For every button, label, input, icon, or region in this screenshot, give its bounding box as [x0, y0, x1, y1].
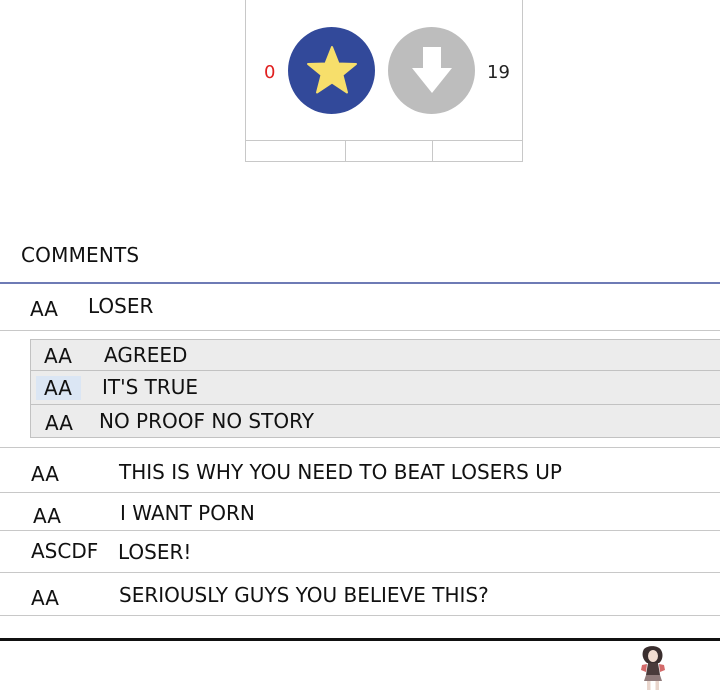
comment-divider	[0, 492, 720, 493]
reply-text: IT'S TRUE	[102, 375, 199, 399]
reply-divider	[31, 370, 720, 371]
reply-text: AGREED	[104, 343, 188, 367]
reply-author-selected[interactable]: AA	[36, 376, 81, 400]
vote-panel: 0 19	[245, 0, 523, 162]
reply-divider	[31, 404, 720, 405]
comment-author[interactable]: AA	[33, 504, 61, 528]
downvote-count: 19	[487, 62, 510, 83]
star-icon	[306, 45, 357, 93]
comment-text: LOSER	[88, 294, 154, 318]
comment-author[interactable]: AA	[31, 586, 59, 610]
reply-text: NO PROOF NO STORY	[99, 409, 314, 433]
arrow-down-icon	[411, 46, 452, 93]
upvote-count: 0	[264, 62, 276, 83]
page-bottom-rule	[0, 638, 720, 641]
comment-divider	[0, 447, 720, 448]
comment-author[interactable]: AA	[30, 297, 58, 321]
comment-author[interactable]: ASCDF	[31, 539, 98, 563]
figure-illustration	[641, 646, 665, 690]
comments-heading: COMMENTS	[21, 243, 140, 267]
comment-text: I WANT PORN	[120, 501, 255, 525]
upvote-star-button[interactable]	[288, 27, 375, 114]
comment-divider	[0, 615, 720, 616]
vote-divider	[246, 140, 522, 141]
vote-cell-divider	[345, 140, 346, 161]
comment-text: LOSER!	[118, 540, 192, 564]
downvote-button[interactable]	[388, 27, 475, 114]
comments-divider	[0, 282, 720, 284]
comment-text: THIS IS WHY YOU NEED TO BEAT LOSERS UP	[119, 460, 562, 484]
reply-thread: AA AGREED AA IT'S TRUE AA NO PROOF NO ST…	[30, 339, 720, 438]
comment-divider	[0, 530, 720, 531]
comment-divider	[0, 572, 720, 573]
comment-author[interactable]: AA	[31, 462, 59, 486]
reply-author[interactable]: AA	[44, 344, 72, 368]
reply-author[interactable]: AA	[45, 411, 73, 435]
comment-text: SERIOUSLY GUYS YOU BELIEVE THIS?	[119, 583, 489, 607]
vote-cell-divider	[432, 140, 433, 161]
comment-divider	[0, 330, 720, 331]
